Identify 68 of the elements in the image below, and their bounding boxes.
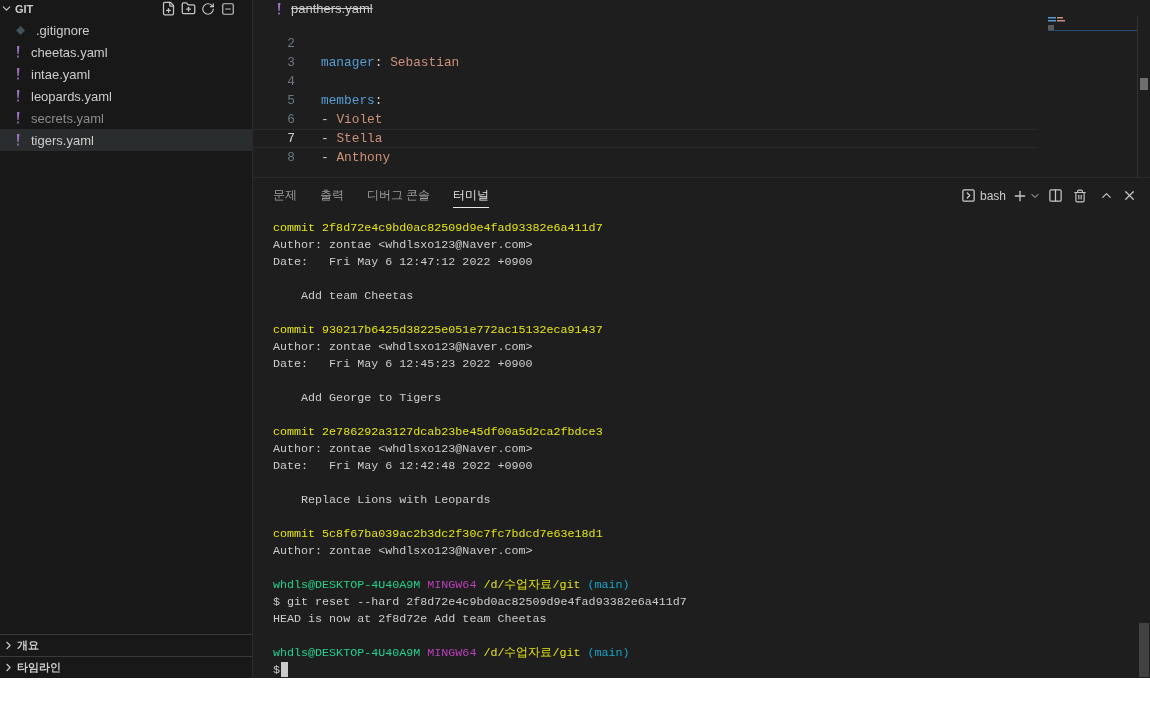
terminal-text: Replace Lions with Leopards [300, 492, 491, 507]
explorer-header[interactable]: GIT [0, 2, 158, 15]
terminal-text: (main) [587, 577, 630, 592]
exclamation-icon [16, 68, 20, 80]
list-dash: - [321, 131, 329, 146]
exclamation-icon [16, 112, 20, 124]
line-number: 2 [286, 36, 296, 51]
exclamation-icon [16, 134, 20, 146]
terminal-text: commit 5c8f67ba039ac2b3dc2f30c7fc7bdcd7e63e18d1 [273, 526, 603, 541]
file-item[interactable]: secrets.yaml [0, 107, 252, 129]
file-item[interactable]: tigers.yaml [0, 129, 252, 151]
panel-tab[interactable]: 터미널 [453, 183, 490, 208]
yaml-value: Violet [336, 112, 383, 127]
yaml-value: Stella [336, 131, 383, 146]
terminal-icon [960, 188, 976, 203]
colon: : [374, 93, 383, 108]
diamond-icon [16, 25, 25, 35]
editor-tab[interactable]: panthers.yaml [277, 1, 373, 17]
terminal-text: commit 2e786292a3127dcab23be45df00a5d2ca2fbdce3 [273, 424, 603, 439]
terminal-text: HEAD is now at 2f8d72e Add team Cheetas [273, 611, 547, 626]
line-number: 7 [286, 131, 296, 146]
terminal-text: /d/수업자료/git [483, 577, 581, 592]
line-number: 3 [286, 55, 296, 70]
sidebar-section[interactable]: 타임라인 [0, 656, 252, 678]
terminal-cursor [281, 662, 288, 677]
terminal-text: MINGW64 [427, 645, 477, 660]
terminal-text: (main) [587, 645, 630, 660]
line-number: 4 [286, 74, 296, 89]
terminal-text: Date: Fri May 6 12:47:12 2022 +0900 [273, 254, 533, 269]
terminal-text: MINGW64 [427, 577, 477, 592]
terminal-text: $ [273, 662, 280, 677]
terminal-text: /d/수업자료/git [483, 645, 581, 660]
terminal-text: Add George to Tigers [300, 390, 442, 405]
terminal-text: Author: zontae <whdlsxo123@Naver.com> [273, 441, 533, 456]
panel-tab[interactable]: 출력 [320, 183, 344, 208]
file-item[interactable]: .gitignore [0, 19, 252, 41]
terminal-text: commit 2f8d72e4c9bd0ac82509d9e4fad93382e6a411d7 [273, 220, 603, 235]
exclamation-icon [277, 3, 281, 15]
colon: : [374, 55, 383, 70]
panel-tab[interactable]: 문제 [273, 183, 297, 208]
terminal-text: Date: Fri May 6 12:45:23 2022 +0900 [273, 356, 533, 371]
scrollbar[interactable] [1137, 16, 1150, 177]
yaml-key: members [321, 93, 375, 108]
terminal-text: Author: zontae <whdlsxo123@Naver.com> [273, 237, 533, 252]
terminal-text: Author: zontae <whdlsxo123@Naver.com> [273, 543, 533, 558]
terminal-text: $ git reset --hard 2f8d72e4c9bd0ac82509d9e4fad93382e6a411d7 [273, 594, 687, 609]
sidebar-section[interactable]: 개요 [0, 634, 252, 656]
yaml-value: Sebastian [390, 55, 460, 70]
yaml-value: Anthony [336, 150, 391, 165]
panel-tab[interactable]: 디버그 콘솔 [367, 183, 431, 208]
terminal-text: whdls@DESKTOP-4U40A9M [273, 577, 421, 592]
list-dash: - [321, 112, 329, 127]
terminal-text: commit 930217b6425d38225e051e772ac15132eca91437 [273, 322, 603, 337]
line-number: 6 [286, 112, 296, 127]
file-item[interactable]: leopards.yaml [0, 85, 252, 107]
exclamation-icon [16, 46, 20, 58]
terminal-text: Date: Fri May 6 12:42:48 2022 +0900 [273, 458, 533, 473]
yaml-key: manager [321, 55, 375, 70]
list-dash: - [321, 150, 329, 165]
shell-selector[interactable]: bash [960, 188, 1006, 203]
exclamation-icon [16, 90, 20, 102]
file-item[interactable]: intae.yaml [0, 63, 252, 85]
terminal-text: Add team Cheetas [300, 288, 414, 303]
line-number: 5 [286, 93, 296, 108]
file-item[interactable]: cheetas.yaml [0, 41, 252, 63]
line-number: 8 [286, 150, 296, 165]
terminal-text: Author: zontae <whdlsxo123@Naver.com> [273, 339, 533, 354]
terminal-text: whdls@DESKTOP-4U40A9M [273, 645, 421, 660]
